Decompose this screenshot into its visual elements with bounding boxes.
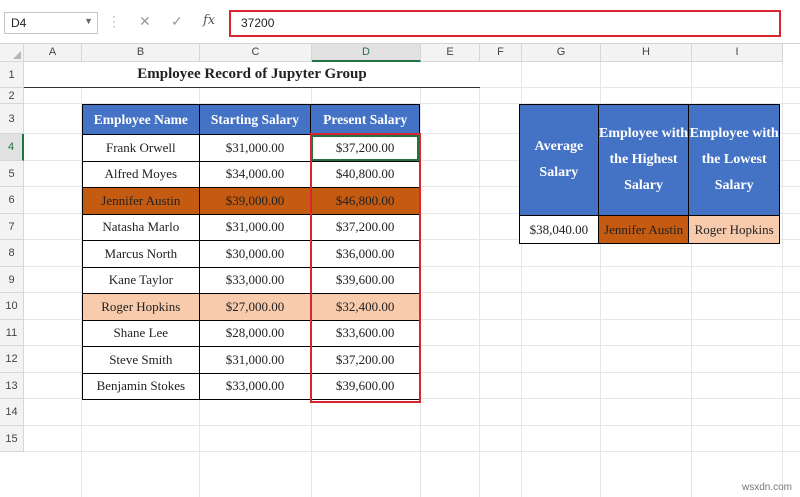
present-salary-cell[interactable]: $37,200.00	[310, 346, 420, 374]
row-header-9[interactable]: 9	[0, 267, 24, 293]
starting-salary-cell[interactable]: $27,000.00	[198, 293, 312, 321]
column-header-h[interactable]: H	[601, 44, 692, 62]
lowest-salary-employee[interactable]: Roger Hopkins	[688, 215, 780, 244]
present-salary-cell[interactable]: $39,600.00	[310, 266, 420, 294]
table-row: Roger Hopkins $27,000.00 $32,400.00	[82, 293, 420, 321]
present-salary-cell[interactable]: $39,600.00	[310, 372, 420, 400]
row-header-15[interactable]: 15	[0, 426, 24, 452]
table-row: Kane Taylor $33,000.00 $39,600.00	[82, 266, 420, 294]
employee-name-cell[interactable]: Steve Smith	[82, 346, 200, 374]
column-header-b[interactable]: B	[82, 44, 200, 62]
employee-name-cell[interactable]: Frank Orwell	[82, 134, 200, 162]
present-salary-cell[interactable]: $32,400.00	[310, 293, 420, 321]
column-header-a[interactable]: A	[24, 44, 82, 62]
gridline-vertical	[782, 62, 783, 497]
select-all-corner[interactable]	[0, 44, 24, 62]
row-header-11[interactable]: 11	[0, 320, 24, 346]
row-header-2[interactable]: 2	[0, 88, 24, 104]
table-row: Frank Orwell $31,000.00 $37,200.00	[82, 134, 420, 162]
sheet-title[interactable]: Employee Record of Jupyter Group	[24, 62, 480, 88]
row-header-10[interactable]: 10	[0, 293, 24, 320]
more-options-icon: · · ·	[112, 9, 116, 33]
employee-name-cell[interactable]: Marcus North	[82, 240, 200, 268]
header-average-salary[interactable]: Average Salary	[519, 104, 599, 216]
starting-salary-cell[interactable]: $31,000.00	[198, 346, 312, 374]
highest-salary-employee[interactable]: Jennifer Austin	[597, 215, 690, 244]
starting-salary-cell[interactable]: $34,000.00	[198, 160, 312, 188]
chevron-down-icon[interactable]: ▼	[84, 16, 93, 26]
starting-salary-cell[interactable]: $33,000.00	[198, 266, 312, 294]
starting-salary-cell[interactable]: $28,000.00	[198, 319, 312, 347]
gridline-vertical	[420, 62, 421, 497]
table-row: Shane Lee $28,000.00 $33,600.00	[82, 319, 420, 347]
header-starting-salary[interactable]: Starting Salary	[198, 104, 312, 135]
present-salary-cell[interactable]: $37,200.00	[310, 213, 420, 241]
row-header-5[interactable]: 5	[0, 161, 24, 187]
present-salary-cell[interactable]: $36,000.00	[310, 240, 420, 268]
starting-salary-cell[interactable]: $33,000.00	[198, 372, 312, 400]
table-row: Benjamin Stokes $33,000.00 $39,600.00	[82, 372, 420, 400]
employee-name-cell[interactable]: Roger Hopkins	[82, 293, 200, 321]
row-header-7[interactable]: 7	[0, 214, 24, 240]
gridline-vertical	[479, 62, 480, 497]
present-salary-cell[interactable]: $37,200.00	[310, 134, 420, 162]
column-header-i[interactable]: I	[692, 44, 783, 62]
header-employee-name[interactable]: Employee Name	[82, 104, 200, 135]
employee-name-cell[interactable]: Kane Taylor	[82, 266, 200, 294]
present-salary-cell[interactable]: $40,800.00	[310, 160, 420, 188]
header-lowest-salary[interactable]: Employee with the Lowest Salary	[688, 104, 780, 216]
row-header-12[interactable]: 12	[0, 346, 24, 373]
employee-name-cell[interactable]: Alfred Moyes	[82, 160, 200, 188]
column-header-g[interactable]: G	[522, 44, 601, 62]
average-salary-value[interactable]: $38,040.00	[519, 215, 599, 244]
summary-table: Average Salary Employee with the Highest…	[519, 104, 780, 244]
table-row: Jennifer Austin $39,000.00 $46,800.00	[82, 187, 420, 215]
column-header-f[interactable]: F	[480, 44, 522, 62]
gridline-horizontal	[24, 425, 800, 426]
column-header-c[interactable]: C	[200, 44, 312, 62]
row-header-14[interactable]: 14	[0, 399, 24, 426]
watermark: wsxdn.com	[741, 482, 792, 493]
row-header-8[interactable]: 8	[0, 240, 24, 267]
column-header-e[interactable]: E	[421, 44, 480, 62]
present-salary-cell[interactable]: $46,800.00	[310, 187, 420, 215]
table-row: Natasha Marlo $31,000.00 $37,200.00	[82, 213, 420, 241]
row-header-3[interactable]: 3	[0, 104, 24, 134]
row-header-13[interactable]: 13	[0, 373, 24, 399]
formula-bar: D4 ▼ · · · ✕ ✓ fx 37200	[0, 0, 800, 44]
table-row: Steve Smith $31,000.00 $37,200.00	[82, 346, 420, 374]
table-row: Marcus North $30,000.00 $36,000.00	[82, 240, 420, 268]
employee-name-cell[interactable]: Benjamin Stokes	[82, 372, 200, 400]
starting-salary-cell[interactable]: $30,000.00	[198, 240, 312, 268]
enter-icon[interactable]: ✓	[171, 13, 183, 30]
employee-table: Employee Name Starting Salary Present Sa…	[82, 104, 420, 400]
header-present-salary[interactable]: Present Salary	[310, 104, 420, 135]
name-box-value: D4	[11, 16, 27, 30]
present-salary-cell[interactable]: $33,600.00	[310, 319, 420, 347]
starting-salary-cell[interactable]: $39,000.00	[198, 187, 312, 215]
column-header-d[interactable]: D	[312, 44, 421, 62]
employee-name-cell[interactable]: Natasha Marlo	[82, 213, 200, 241]
row-header-6[interactable]: 6	[0, 187, 24, 214]
starting-salary-cell[interactable]: $31,000.00	[198, 134, 312, 162]
gridline-horizontal	[24, 451, 800, 452]
insert-function-icon[interactable]: fx	[203, 13, 215, 28]
row-header-1[interactable]: 1	[0, 62, 24, 88]
starting-salary-cell[interactable]: $31,000.00	[198, 213, 312, 241]
header-highest-salary[interactable]: Employee with the Highest Salary	[597, 104, 690, 216]
employee-name-cell[interactable]: Shane Lee	[82, 319, 200, 347]
name-box[interactable]: D4 ▼	[4, 12, 98, 34]
cancel-icon[interactable]: ✕	[139, 13, 151, 30]
table-row: Alfred Moyes $34,000.00 $40,800.00	[82, 160, 420, 188]
row-header-4[interactable]: 4	[0, 134, 24, 161]
formula-input[interactable]: 37200	[229, 10, 781, 37]
employee-name-cell[interactable]: Jennifer Austin	[82, 187, 200, 215]
